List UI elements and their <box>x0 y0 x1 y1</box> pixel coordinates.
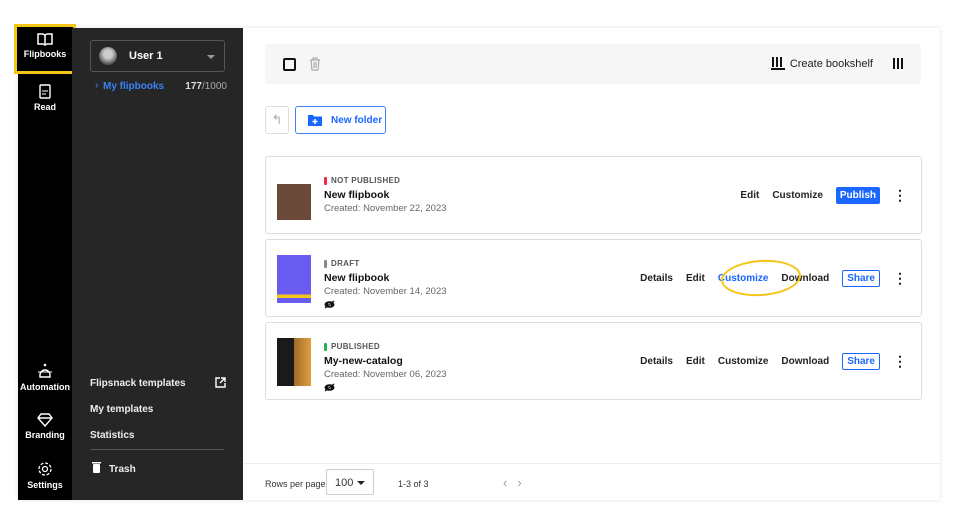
count-total: /1000 <box>201 81 227 92</box>
chevron-down-icon <box>207 55 215 59</box>
prev-page-icon[interactable]: ‹ <box>503 475 507 490</box>
flipbook-title[interactable]: New flipbook <box>324 189 389 201</box>
gear-icon <box>38 462 52 476</box>
back-arrow-icon: ↰ <box>271 112 283 127</box>
flipbook-row[interactable]: PUBLISHED My-new-catalog Created: Novemb… <box>265 322 922 400</box>
robot-icon <box>38 363 52 378</box>
new-folder-label: New folder <box>331 114 383 126</box>
document-icon <box>39 84 51 99</box>
external-link-icon[interactable] <box>215 377 226 388</box>
back-button[interactable]: ↰ <box>265 106 289 134</box>
icon-rail: Flipbooks Read Automation Branding Setti… <box>14 24 76 500</box>
edit-button[interactable]: Edit <box>686 356 705 367</box>
chevron-right-icon: › <box>95 80 99 91</box>
user-selector[interactable]: User 1 <box>90 40 225 72</box>
edit-button[interactable]: Edit <box>686 273 705 284</box>
status-label: NOT PUBLISHED <box>331 176 401 185</box>
divider <box>90 449 224 450</box>
rows-per-page-label: Rows per page <box>265 479 326 489</box>
details-button[interactable]: Details <box>640 273 673 284</box>
trash-icon <box>92 462 101 473</box>
my-templates-link[interactable]: My templates <box>90 404 153 415</box>
main-content: Create bookshelf ↰ New folder NOT PUBLIS… <box>243 28 940 500</box>
flipbook-count: 177/1000 <box>185 81 227 92</box>
created-date: Created: November 14, 2023 <box>324 286 447 297</box>
app-frame: Flipbooks Read Automation Branding Setti… <box>14 24 940 500</box>
edit-button[interactable]: Edit <box>740 190 759 201</box>
next-page-icon[interactable]: › <box>517 475 521 490</box>
user-name: User 1 <box>129 50 163 62</box>
customize-button[interactable]: Customize <box>718 356 769 367</box>
flipbook-thumbnail <box>277 255 311 303</box>
side-panel: User 1 › My flipbooks 177/1000 Flipsnack… <box>72 28 243 500</box>
status-dot <box>324 259 327 268</box>
delete-icon[interactable] <box>309 57 321 71</box>
flipbook-title[interactable]: My-new-catalog <box>324 355 403 367</box>
rows-per-page-value: 100 <box>335 477 354 489</box>
select-all-checkbox[interactable] <box>283 58 296 71</box>
created-date: Created: November 22, 2023 <box>324 203 447 214</box>
share-button[interactable]: Share <box>842 352 880 370</box>
customize-button[interactable]: Customize <box>718 273 769 284</box>
more-options-icon[interactable]: ⋮ <box>893 354 907 368</box>
trash-link[interactable]: Trash <box>109 464 136 475</box>
details-button[interactable]: Details <box>640 356 673 367</box>
eye-off-icon <box>324 300 335 309</box>
page-range: 1-3 of 3 <box>398 479 429 489</box>
status-dot <box>324 176 327 185</box>
download-button[interactable]: Download <box>781 273 829 284</box>
rail-item-automation[interactable]: Automation <box>18 363 72 392</box>
status-badge: PUBLISHED <box>324 342 380 351</box>
view-toggle-icon[interactable] <box>893 58 903 69</box>
publish-button[interactable]: Publish <box>835 186 880 204</box>
rail-item-read[interactable]: Read <box>18 84 72 112</box>
status-dot <box>324 342 327 351</box>
share-button[interactable]: Share <box>842 269 880 287</box>
flipbook-row[interactable]: DRAFT New flipbook Created: November 14,… <box>265 239 922 317</box>
statistics-link[interactable]: Statistics <box>90 430 134 441</box>
create-bookshelf-label: Create bookshelf <box>789 57 873 70</box>
flipbook-thumbnail <box>277 172 311 220</box>
flipbook-title[interactable]: New flipbook <box>324 272 389 284</box>
avatar <box>99 47 117 65</box>
diamond-icon <box>37 413 53 427</box>
status-label: PUBLISHED <box>331 342 380 351</box>
new-folder-button[interactable]: New folder <box>295 106 386 134</box>
toolbar: Create bookshelf <box>265 44 921 84</box>
book-open-icon <box>37 33 53 46</box>
more-options-icon[interactable]: ⋮ <box>893 271 907 285</box>
rail-item-branding[interactable]: Branding <box>18 413 72 440</box>
my-flipbooks-link[interactable]: My flipbooks <box>103 81 164 92</box>
status-label: DRAFT <box>331 259 360 268</box>
status-badge: DRAFT <box>324 259 360 268</box>
chevron-down-icon <box>357 481 365 485</box>
status-badge: NOT PUBLISHED <box>324 176 400 185</box>
created-date: Created: November 06, 2023 <box>324 369 447 380</box>
download-button[interactable]: Download <box>781 356 829 367</box>
bookshelf-icon <box>770 57 785 70</box>
create-bookshelf-button[interactable]: Create bookshelf <box>770 57 873 70</box>
pagination-bar: Rows per page 100 1-3 of 3 ‹ › <box>243 463 940 500</box>
rail-item-settings[interactable]: Settings <box>18 461 72 490</box>
folder-plus-icon <box>308 115 322 126</box>
flipbook-thumbnail <box>277 338 311 386</box>
rows-per-page-select[interactable]: 100 <box>326 469 374 495</box>
customize-button[interactable]: Customize <box>772 190 823 201</box>
eye-off-icon <box>324 383 335 392</box>
flipbook-row[interactable]: NOT PUBLISHED New flipbook Created: Nove… <box>265 156 922 234</box>
more-options-icon[interactable]: ⋮ <box>893 188 907 202</box>
count-used: 177 <box>185 81 202 92</box>
flipsnack-templates-link[interactable]: Flipsnack templates <box>90 378 186 389</box>
rail-item-flipbooks[interactable]: Flipbooks <box>14 24 76 74</box>
